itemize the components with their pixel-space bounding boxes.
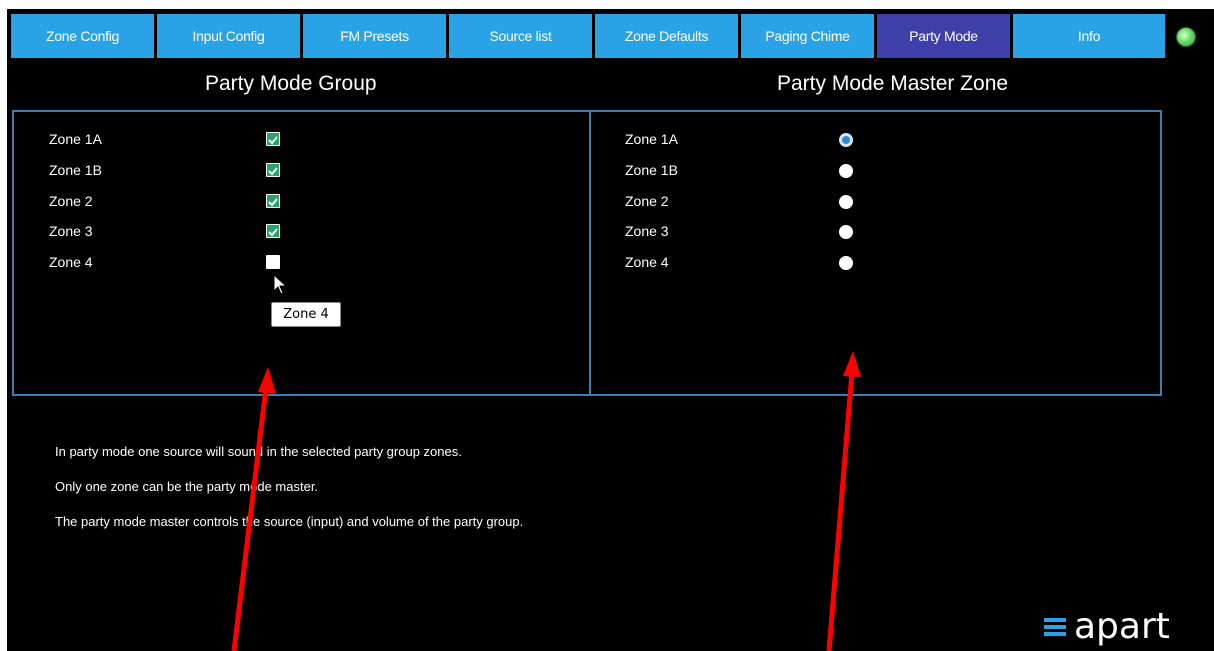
tab-fm-presets[interactable]: FM Presets [303, 14, 446, 58]
master-zone-2-radio[interactable] [839, 195, 853, 209]
tab-zone-config[interactable]: Zone Config [11, 14, 154, 58]
master-zone-1b-radio[interactable] [839, 164, 853, 178]
logo-text: apart [1074, 606, 1170, 647]
tab-zone-defaults[interactable]: Zone Defaults [595, 14, 738, 58]
zone-1b-checkbox[interactable] [266, 163, 280, 177]
tab-paging-chime[interactable]: Paging Chime [741, 14, 874, 58]
tab-source-list[interactable]: Source list [449, 14, 592, 58]
tab-input-config[interactable]: Input Config [157, 14, 300, 58]
master-zone-1a-radio[interactable] [839, 133, 853, 147]
master-zone-label: Zone 1B [625, 162, 678, 178]
zone-1a-checkbox[interactable] [266, 132, 280, 146]
zone-3-checkbox[interactable] [266, 224, 280, 238]
description-line: In party mode one source will sound in t… [55, 444, 462, 459]
master-zone-title: Party Mode Master Zone [777, 72, 1009, 95]
tab-bar: Zone Config Input Config FM Presets Sour… [11, 14, 1181, 58]
master-zone-4-radio[interactable] [839, 256, 853, 270]
group-zone-label: Zone 4 [49, 254, 93, 270]
group-zone-label: Zone 1A [49, 131, 102, 147]
tab-party-mode[interactable]: Party Mode [877, 14, 1010, 58]
group-zone-label: Zone 3 [49, 223, 93, 239]
description-line: The party mode master controls the sourc… [55, 514, 524, 529]
zone-4-tooltip: Zone 4 [271, 302, 341, 327]
master-zone-label: Zone 1A [625, 131, 678, 147]
master-zone-label: Zone 3 [625, 223, 669, 239]
apart-logo: apart [1044, 606, 1170, 647]
party-group-title: Party Mode Group [205, 72, 377, 95]
panel-divider [589, 110, 591, 396]
master-zone-3-radio[interactable] [839, 225, 853, 239]
description-line: Only one zone can be the party mode mast… [55, 479, 319, 494]
menu-bars-icon [1044, 617, 1066, 636]
master-zone-label: Zone 2 [625, 193, 669, 209]
connection-status-icon [1177, 28, 1195, 46]
app-window: Zone Config Input Config FM Presets Sour… [7, 9, 1214, 651]
zone-2-checkbox[interactable] [266, 194, 280, 208]
party-mode-panel [12, 110, 1162, 396]
mouse-pointer-icon [273, 274, 288, 295]
zone-4-checkbox[interactable] [266, 255, 280, 269]
group-zone-label: Zone 1B [49, 162, 102, 178]
tab-info[interactable]: Info [1013, 14, 1165, 58]
master-zone-label: Zone 4 [625, 254, 669, 270]
group-zone-label: Zone 2 [49, 193, 93, 209]
